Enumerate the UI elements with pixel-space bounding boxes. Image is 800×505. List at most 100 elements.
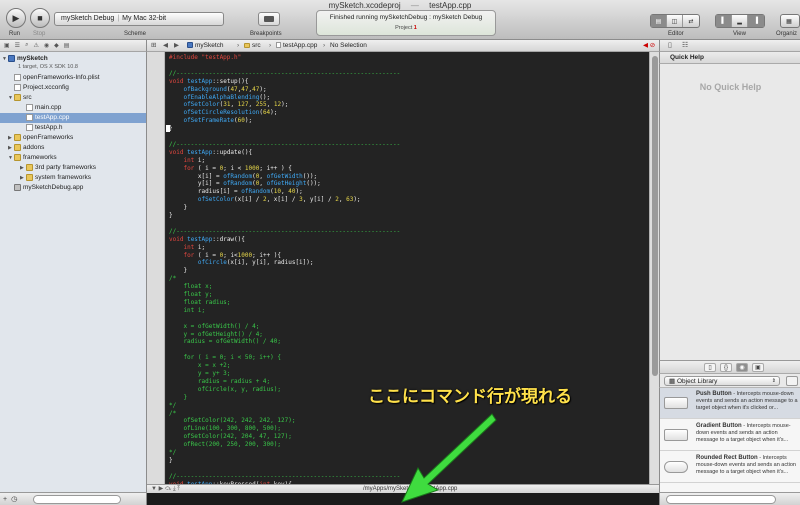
code-line[interactable]: int i; [169,307,205,315]
tree-item-selected[interactable]: testApp.cpp [0,113,146,123]
forward-arrow-icon[interactable]: ▶ [174,40,179,51]
tree-item[interactable]: mySketchDebug.app [0,183,146,193]
breakpoint-navigator-icon[interactable]: ◆ [54,42,59,49]
tree-item[interactable]: testApp.h [0,123,146,133]
version-editor-icon[interactable]: ⇄ [683,15,699,27]
issue-navigator-icon[interactable]: ⚠ [33,42,38,49]
library-select[interactable]: ▦ Object Library ⇕ [664,376,780,386]
library-item[interactable]: Push Button - Intercepts mouse-down even… [660,388,800,419]
code-line[interactable]: ofRect(200, 250, 200, 300); [169,441,281,449]
code-line[interactable]: //--------------------------------------… [169,473,400,481]
file-template-library-icon[interactable]: ▯ [704,363,716,372]
activity-viewer[interactable]: Finished running mySketchDebug : mySketc… [316,10,496,36]
code-line[interactable]: x[i] = ofRandom(0, ofGetWidth()); [169,173,317,181]
code-line[interactable]: int i; [169,157,205,165]
tree-item-src[interactable]: ▼ src [0,93,146,103]
file-inspector-icon[interactable]: ▯ [668,41,672,49]
view-control[interactable]: ▌ ▂ ▐ [715,14,765,28]
code-line[interactable]: /* [169,275,176,283]
tree-item[interactable]: Project.xcconfig [0,83,146,93]
code-line[interactable]: radius = ofGetWidth() / 40; [169,338,281,346]
code-line[interactable]: void testApp::setup(){ [169,78,249,86]
code-line[interactable]: } [169,267,187,275]
code-line[interactable]: for ( i = 0; i<1000; i++ ){ [169,252,281,260]
run-button[interactable]: ▶ [6,8,26,28]
code-line[interactable]: for ( i = 0; i < 1000; i++ ) { [169,165,291,173]
code-line[interactable]: */ [169,449,176,457]
editor-vertical-scrollbar[interactable] [649,52,659,484]
quick-help-header[interactable]: Quick Help [659,52,800,64]
navigator-filter-field[interactable] [33,494,122,504]
code-line[interactable]: ofLine(100, 300, 800, 500); [169,425,281,433]
library-item[interactable]: Rounded Rect Button - Intercepts mouse-d… [660,452,800,483]
code-line[interactable]: float y; [169,291,212,299]
code-line[interactable]: void testApp::draw(){ [169,236,245,244]
log-navigator-icon[interactable]: ▤ [64,42,70,49]
code-line[interactable]: #include "testApp.h" [169,54,241,62]
code-line[interactable]: for ( i = 0; i < 50; i++) { [169,354,281,362]
assistant-editor-icon[interactable]: ◫ [667,15,683,27]
editor-gutter[interactable] [147,52,165,484]
quick-help-icon[interactable]: ☷ [682,41,688,49]
library-item[interactable]: Gradient Button - Intercepts mouse-down … [660,420,800,451]
code-line[interactable]: ofEnableAlphaBlending(); [169,94,270,102]
standard-editor-icon[interactable]: ▤ [651,15,667,27]
search-navigator-icon[interactable]: ⌕ [25,42,28,49]
tree-item-openframeworks[interactable]: ▶ openFrameworks [0,133,146,143]
code-line[interactable]: ofBackground(47,47,47); [169,86,266,94]
library-grid-toggle[interactable] [786,376,798,386]
code-line[interactable]: float radius; [169,299,230,307]
code-line[interactable]: /* [169,410,176,418]
code-line[interactable]: } [169,394,187,402]
code-line[interactable]: ofSetColor(242, 242, 242, 127); [169,417,295,425]
code-line[interactable]: ofCircle(x[i], y[i], radius[i]); [169,259,314,267]
tree-item[interactable]: ▶ system frameworks [0,173,146,183]
code-line[interactable]: } [169,204,187,212]
breakpoints-button[interactable] [258,12,280,26]
tree-item[interactable]: ▶ 3rd party frameworks [0,163,146,173]
code-line[interactable]: ofSetFrameRate(60); [169,117,252,125]
code-line[interactable]: //--------------------------------------… [169,228,400,236]
jump-crumb-symbol[interactable]: No Selection [330,40,367,51]
library-filter-field[interactable] [666,495,776,504]
debug-toggle-icon[interactable]: ▂ [732,15,748,27]
jump-crumb-project[interactable]: mySketch [187,40,224,51]
stop-button[interactable]: ■ [30,8,50,28]
scroll-thumb[interactable] [652,56,658,376]
back-arrow-icon[interactable]: ◀ [163,40,168,51]
issue-stepper-icon[interactable]: ◀ ⊘ [643,40,655,51]
code-line[interactable]: ofCircle(x, y, radius); [169,386,281,394]
organizer-button[interactable]: ▦ [780,14,800,28]
object-library-icon[interactable]: ◉ [736,363,748,372]
code-line[interactable]: ofSetColor(31, 127, 255, 12); [169,101,288,109]
media-library-icon[interactable]: ▣ [752,363,764,372]
project-navigator-icon[interactable]: ▣ [4,42,10,49]
code-line[interactable]: */ [169,402,176,410]
code-line[interactable]: float x; [169,283,212,291]
add-icon[interactable]: + [3,496,7,503]
code-line[interactable]: y[i] = ofRandom(0, ofGetHeight()); [169,180,321,188]
tree-item-frameworks[interactable]: ▼ frameworks [0,153,146,163]
code-line[interactable]: ofSetColor(x[i] / 2, x[i] / 3, y[i] / 2,… [169,196,361,204]
code-line[interactable]: y = ofGetHeight() / 4; [169,331,262,339]
debug-navigator-icon[interactable]: ◉ [44,42,49,49]
navigator-toggle-icon[interactable]: ▌ [716,15,732,27]
related-items-icon[interactable]: ⊞ [151,40,156,51]
tree-item-addons[interactable]: ▶ addons [0,143,146,153]
code-snippet-library-icon[interactable]: {} [720,363,732,372]
recent-files-icon[interactable]: ◷ [11,495,17,503]
editor-mode-control[interactable]: ▤ ◫ ⇄ [650,14,700,28]
code-line[interactable]: radius = radius + 4; [169,378,270,386]
code-line[interactable]: ofSetCircleResolution(64); [169,109,277,117]
issue-count[interactable]: 1 [414,25,417,31]
code-line[interactable]: ofSetColor(242, 204, 47, 127); [169,433,291,441]
code-line[interactable]: } [169,457,173,465]
tree-item[interactable]: openFrameworks-Info.plist [0,73,146,83]
code-line[interactable]: int i; [169,244,205,252]
symbol-navigator-icon[interactable]: ☰ [15,42,20,49]
code-line[interactable]: } [169,212,173,220]
jump-crumb-folder[interactable]: src [244,40,261,51]
code-line[interactable]: y = y+ 3; [169,370,231,378]
jump-crumb-file[interactable]: testApp.cpp [276,40,317,51]
code-line[interactable]: //--------------------------------------… [169,70,400,78]
